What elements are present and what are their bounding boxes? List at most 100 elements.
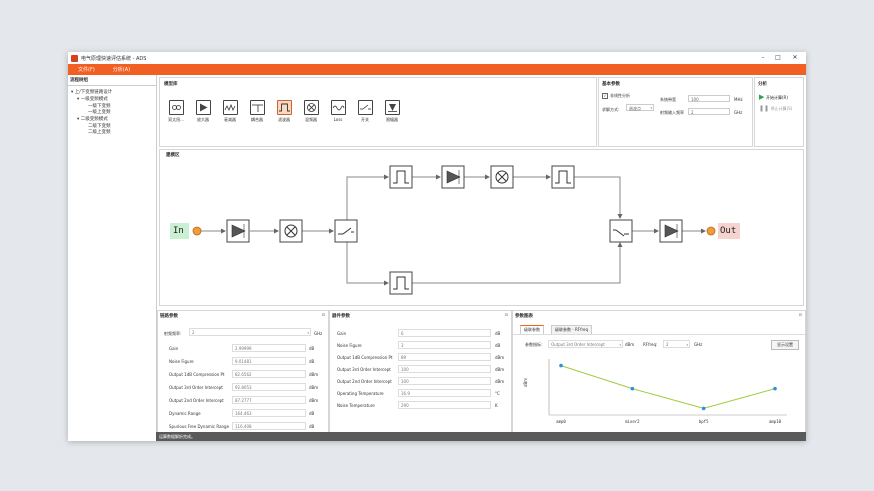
library-item-amplifier[interactable]: 放大器 xyxy=(193,100,213,123)
library-item-dual-sun[interactable]: 双太阳... xyxy=(166,100,186,123)
menu-file[interactable]: 文件(F) xyxy=(78,66,95,73)
x-tick-label: mixer2 xyxy=(625,419,640,424)
link-row-value: 87.2777 xyxy=(232,396,306,404)
component-row-value[interactable]: 89 xyxy=(398,353,491,361)
link-row-value: 82.6562 xyxy=(232,370,306,378)
in-port-icon[interactable] xyxy=(192,226,202,236)
rf-freq-select[interactable]: 2 ▾ xyxy=(189,328,311,336)
maximize-icon[interactable]: □ xyxy=(771,52,785,64)
library-header: 模型库 xyxy=(164,82,178,87)
link-params-panel: 链路参数 ⊡ 射频频率: 2 ▾ GHz Gain 2.99999 dB Nois… xyxy=(157,310,329,434)
component-row-unit: dB xyxy=(495,343,501,348)
library-item-attenuator[interactable]: 衰减器 xyxy=(220,100,240,123)
analysis-header: 分析 xyxy=(758,82,767,87)
library-item-limiter[interactable]: 限幅器 xyxy=(382,100,402,123)
tree-node-root[interactable]: ▾ 上/下变频链路设计 xyxy=(71,89,112,95)
link-params-header: 链路参数 xyxy=(160,314,178,319)
stop-compute-button[interactable]: ❚❚ 停止计算(S) xyxy=(759,105,792,112)
component-row-value[interactable]: 6 xyxy=(398,329,491,337)
rf-input-freq-unit: GHz xyxy=(734,110,743,115)
link-row-label: Output 2nd Order Intercept xyxy=(169,398,224,403)
mixer-block-1[interactable] xyxy=(279,219,303,243)
tab-cascade-params[interactable]: 级联参数 xyxy=(520,325,544,334)
tree-node-level2-up[interactable]: 二级上变频 xyxy=(88,129,111,135)
component-row-label: Output 2nd Order Intercept xyxy=(337,379,392,384)
display-settings-button[interactable]: 显示设置 xyxy=(771,340,799,350)
amplifier-block-top[interactable] xyxy=(441,165,465,189)
start-compute-button[interactable]: ▶ 开始计算(R) xyxy=(759,93,788,101)
mixer-block-top[interactable] xyxy=(490,165,514,189)
line-chart: dBm amp0 mixer2 bpf5 amp10 xyxy=(523,359,787,424)
library-item-coupler[interactable]: 耦合器 xyxy=(247,100,267,123)
status-bar: 运算数据解析完成。 xyxy=(156,432,806,441)
component-row-label: Noise Temperature xyxy=(337,403,375,408)
link-row-label: Spurious Free Dynamic Range xyxy=(169,424,230,429)
menu-bar: 文件(F) 分析(A) xyxy=(68,64,806,75)
library-item-switch[interactable]: 开关 xyxy=(355,100,375,123)
tab-divider xyxy=(513,334,805,335)
link-row-label: Gain xyxy=(169,346,179,351)
data-point xyxy=(701,406,706,411)
amplifier-block-2[interactable] xyxy=(659,219,683,243)
app-logo-icon xyxy=(71,54,78,62)
link-row-value: 116.408 xyxy=(232,422,306,430)
rffreq-select[interactable]: 2 ▾ xyxy=(663,340,690,348)
dual-sun-icon xyxy=(168,100,184,115)
basic-params-panel: 基本参数 ✓ 非线性分析 求解方式: 谐波点 ▾ 系统带宽 100 MHz 射频输入… xyxy=(598,77,753,147)
param-label: 参数指标: xyxy=(525,342,543,347)
close-icon[interactable]: ✕ xyxy=(788,52,802,64)
library-item-label: 双太阳... xyxy=(168,117,184,122)
component-row-unit: K xyxy=(495,403,498,408)
component-row-value[interactable]: 100 xyxy=(398,377,491,385)
tab-cascade-rffreq[interactable]: 级联参数 - RFfreq xyxy=(551,325,593,334)
link-row-unit: dB xyxy=(309,411,315,416)
param-select[interactable]: Output 3rd Order Intercept ▾ xyxy=(548,340,623,348)
component-row-value[interactable]: 3 xyxy=(398,341,491,349)
link-row-unit: dB xyxy=(309,424,315,429)
filter-block-top-1[interactable] xyxy=(389,165,413,189)
tree-node-level2[interactable]: ▾ 二级变频模式 xyxy=(77,116,108,122)
switch-icon xyxy=(357,100,373,115)
link-row-label: Output 3rd Order Intercept xyxy=(169,385,223,390)
library-item-label: 放大器 xyxy=(197,117,209,122)
nonlinear-checkbox[interactable]: ✓ 非线性分析 xyxy=(602,93,630,99)
panel-options-icon[interactable]: ⊡ xyxy=(799,312,802,317)
component-row-value[interactable]: 100 xyxy=(398,365,491,373)
method-select[interactable]: 谐波点 ▾ xyxy=(626,104,654,111)
component-row-value[interactable]: 290 xyxy=(398,401,491,409)
filter-block-bottom[interactable] xyxy=(389,271,413,295)
attenuator-icon xyxy=(222,100,238,115)
param-unit: dBm xyxy=(625,342,635,347)
tree-node-level1[interactable]: ▾ 一级变频模式 xyxy=(77,96,108,102)
library-item-label: 限幅器 xyxy=(386,117,398,122)
flow-tree-panel: 流程树组 ▾ 上/下变频链路设计 ▾ 一级变频模式 一级下变频 一级上变频 ▾ … xyxy=(68,75,157,441)
modeling-canvas: 建模区 In Out xyxy=(159,149,804,306)
panel-options-icon[interactable]: ⊡ xyxy=(322,312,325,317)
library-item-mixer[interactable]: 混频器 xyxy=(301,100,321,123)
amplifier-block-1[interactable] xyxy=(226,219,250,243)
data-point xyxy=(630,386,635,391)
rf-input-freq-input[interactable]: 2 xyxy=(688,108,730,115)
component-params-header: 器件参数 xyxy=(332,314,350,319)
component-row-label: Gain xyxy=(337,331,347,336)
component-row-unit: °C xyxy=(495,391,500,396)
bandwidth-input[interactable]: 100 xyxy=(688,95,730,102)
filter-block-top-2[interactable] xyxy=(551,165,575,189)
menu-analysis[interactable]: 分析(A) xyxy=(113,66,130,73)
chart-panel-header: 参数图表 xyxy=(515,314,533,319)
switch-block-1[interactable] xyxy=(334,219,358,243)
bandwidth-unit: MHz xyxy=(734,97,743,102)
minimize-icon[interactable]: – xyxy=(756,52,770,64)
out-port-icon[interactable] xyxy=(706,226,716,236)
library-item-loss[interactable]: Loss xyxy=(328,100,348,122)
library-item-filter[interactable]: 滤波器 xyxy=(274,100,294,123)
component-row-label: Operating Temperature xyxy=(337,391,384,396)
component-row-label: Output 3rd Order Intercept xyxy=(337,367,391,372)
checkbox-check-icon[interactable]: ✓ xyxy=(602,93,608,99)
panel-options-icon[interactable]: ⊡ xyxy=(505,312,508,317)
tree-node-level1-up[interactable]: 一级上变频 xyxy=(88,109,111,115)
link-row-label: Noise Figure xyxy=(169,359,194,364)
model-library-panel: 模型库 双太阳... 放大器 衰减器 耦合器 滤波器 混频器 Loss 开关 限… xyxy=(159,77,597,147)
component-row-value[interactable]: 16.9 xyxy=(398,389,491,397)
switch-block-2[interactable] xyxy=(609,219,633,243)
